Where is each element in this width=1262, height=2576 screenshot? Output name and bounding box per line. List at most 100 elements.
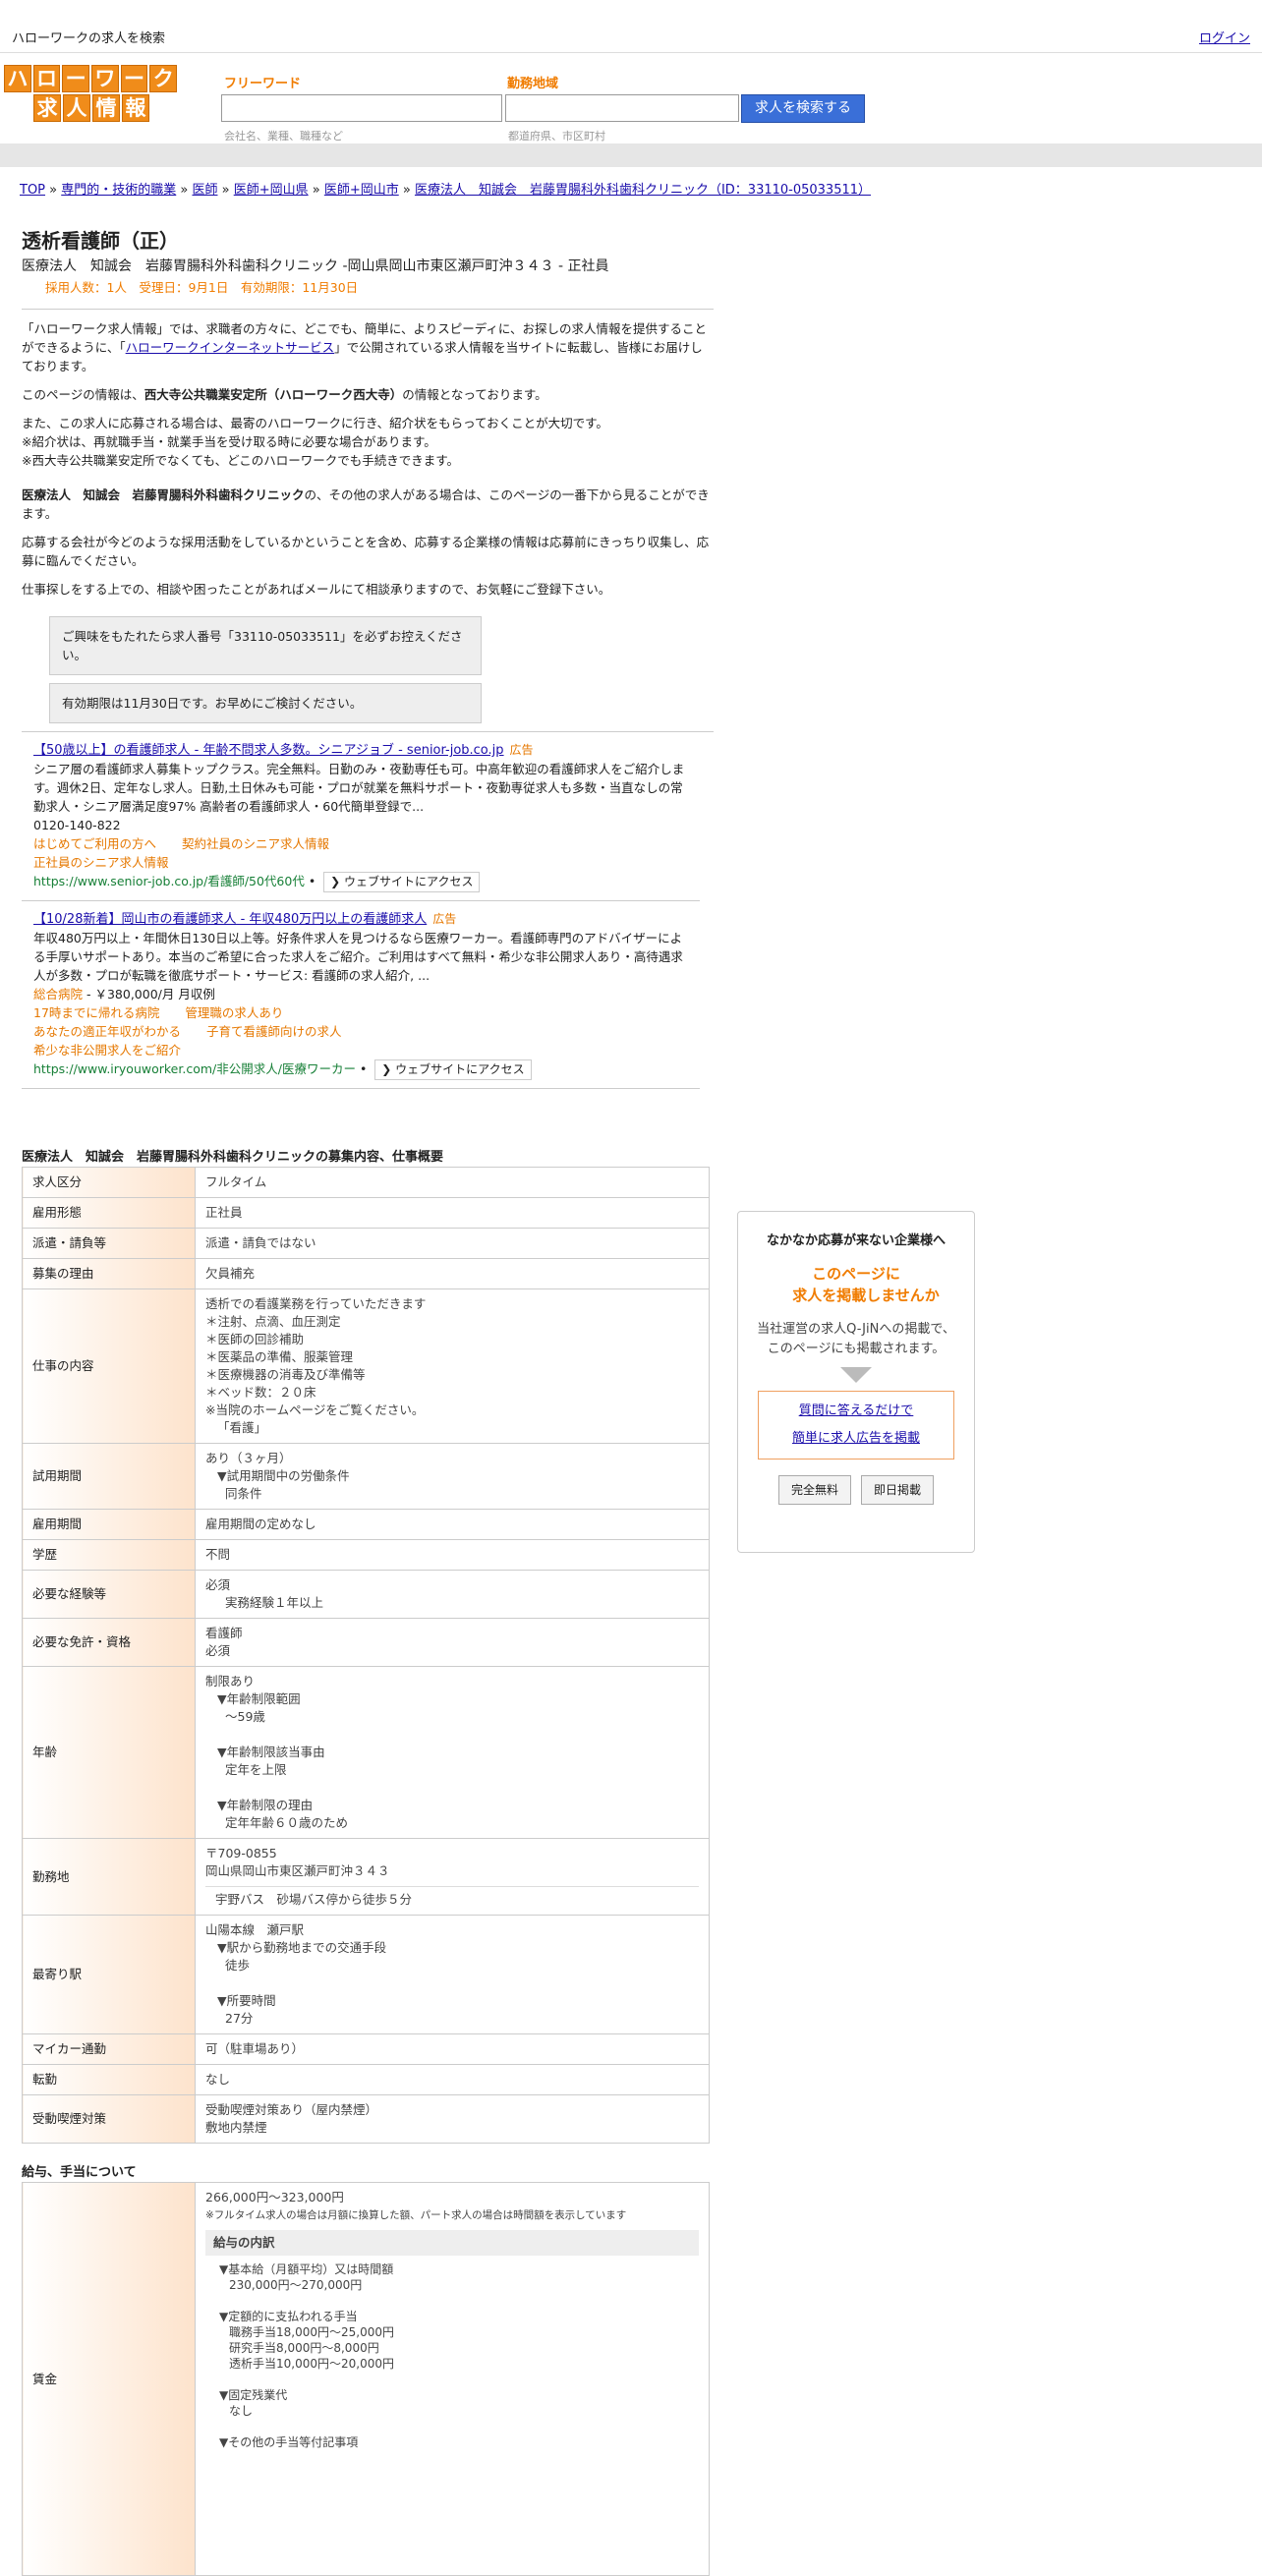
row-value-line: フルタイム [205,1174,267,1189]
ad-title-link[interactable]: 【10/28新着】岡山市の看護師求人 - 年収480万円以上の看護師求人 [33,912,427,927]
visit-site-button[interactable]: ❯ ウェブサイトにアクセス [323,872,481,892]
row-value-line: ▼試用期間中の労働条件 [217,1468,350,1483]
sidebar-link-box: 質問に答えるだけで 簡単に求人広告を掲載 [758,1391,954,1460]
free-button[interactable]: 完全無料 [777,1475,851,1505]
ad-list: 【50歳以上】の看護師求人 - 年齢不問求人多数。シニアジョブ - senior… [22,732,714,1089]
sidebar-heading: なかなか応募が来ない企業様へ [766,1233,946,1248]
ad-description: シニア層の看護師求人募集トップクラス。完全無料。日勤のみ・夜勤専任も可。中高年歓… [33,762,685,814]
row-value-line: 実務経験１年以上 [225,1595,324,1610]
row-value: フルタイム [195,1167,710,1198]
area-label: 勤務地域 [507,77,559,91]
breadcrumb-link[interactable]: 医師+岡山市 [324,183,399,198]
breadcrumb-link[interactable]: TOP [20,183,45,198]
row-value-line: ＊医薬品の準備、服薬管理 [205,1349,354,1364]
row-value-line: 必須 [205,1643,231,1658]
ad-url[interactable]: https://www.iryouworker.com/非公開求人/医療ワーカー [33,1061,356,1076]
sidebar-link-2[interactable]: 簡単に求人広告を掲載 [765,1425,947,1453]
ad-sitelink[interactable]: はじめてご利用の方へ [33,836,156,851]
table-row: 必要な免許・資格 看護師 必須 [22,1618,710,1667]
ad-sitelink[interactable]: 管理職の求人あり [185,1005,283,1020]
breadcrumb-link[interactable]: 医療法人 知誠会 岩藤胃腸科外科歯科クリニック（ID：33110-0503351… [415,183,871,198]
row-value-line: ▼年齢制限範囲 [217,1691,301,1706]
wage-line [219,2419,699,2434]
row-key: 学歴 [22,1539,196,1571]
logo-char: 報 [122,94,149,122]
login-link[interactable]: ログイン [1199,28,1250,46]
row-value-line: 派遣・請負ではない [205,1235,316,1250]
logo-char: ハ [4,65,31,92]
wage-line [219,2293,699,2309]
row-value-line: 欠員補充 [205,1266,256,1281]
ad-item: 【10/28新着】岡山市の看護師求人 - 年収480万円以上の看護師求人 広告 年収… [22,901,700,1089]
same-day-button[interactable]: 即日掲載 [861,1475,935,1505]
logo-char: ロ [32,65,61,92]
sidebar-orange-1: このページに [812,1265,900,1283]
row-value: 制限あり ▼年齢制限範囲 〜59歳 ▼年齢制限該当事由 定年を上限 ▼年齢制限の理由定… [195,1666,710,1839]
row-key: 年齢 [22,1666,196,1839]
row-value: 不問 [195,1539,710,1571]
section-job-summary-title: 医療法人 知誠会 岩藤胃腸科外科歯科クリニックの募集内容、仕事概要 [22,1150,444,1165]
row-value: 透析での看護業務を行っていただきます ＊注射、点滴、血圧測定 ＊医師の回診補助 ＊医薬… [195,1288,710,1444]
wage-table: 賃金 266,000円〜323,000円 ※フルタイム求人の場合は月額に換算した… [22,2182,710,2576]
ad-sitelinks: はじめてご利用の方へ 契約社員のシニア求人情報 正社員のシニア求人情報 [33,834,688,872]
wage-line: なし [229,2404,254,2418]
ad-url[interactable]: https://www.senior-job.co.jp/看護師/50代60代 [33,874,305,888]
row-value: 必須 実務経験１年以上 [195,1570,710,1619]
row-value-line: 〒709-0855 [205,1846,277,1860]
logo-char: ク [149,65,178,92]
row-value-line: ▼所要時間 [217,1993,276,2008]
row-value-line: 看護師 [205,1626,243,1640]
area-input[interactable] [505,94,739,122]
row-key: 雇用期間 [22,1509,196,1540]
ad-sitelinks: 17時までに帰れる病院 管理職の求人あり あなたの適正年収がわかる 子育て看護師向けの… [33,1003,688,1059]
intro-p1: 「ハローワーク求人情報」では、求職者の方々に、どこでも、簡単に、よりスピーディに… [22,321,708,373]
visit-site-button[interactable]: ❯ ウェブサイトにアクセス [374,1059,532,1080]
ad-sitelink[interactable]: あなたの適正年収がわかる [33,1024,181,1039]
row-value-line: 27分 [225,2011,254,2026]
divider-band [0,143,1262,167]
ad-salary-link[interactable]: 総合病院 [33,987,83,1002]
row-key: 求人区分 [22,1167,196,1198]
row-value-line: 定年を上限 [225,1762,287,1777]
hellowork-logo[interactable]: ハローワーク 求人情報 [4,65,178,122]
table-row: 学歴 不問 [22,1539,710,1571]
row-value-line: 「看護」 [217,1420,267,1435]
sidebar-orange-2: 求人を掲載しませんか [792,1287,940,1304]
ad-tag: 広告 [432,912,457,926]
wage-note: ※フルタイム求人の場合は月額に換算した額、パート求人の場合は時間額を表示していま… [205,2209,627,2221]
row-key: マイカー通勤 [22,2033,196,2065]
row-value-line: ＊医療機器の消毒及び準備等 [205,1367,366,1382]
intro-p4: 医療法人 知誠会 岩藤胃腸科外科歯科クリニックの、その他の求人がある場合は、この… [22,487,710,521]
ad-tag: 広告 [509,743,534,757]
table-row: 求人区分 フルタイム [22,1167,710,1198]
row-value-line: ▼駅から勤務地までの交通手段 [217,1940,387,1955]
row-key: 受動喫煙対策 [22,2094,196,2144]
table-row: 雇用形態 正社員 [22,1197,710,1229]
row-value: 派遣・請負ではない [195,1228,710,1259]
ad-sitelink[interactable]: 希少な非公開求人をご紹介 [33,1043,181,1058]
table-row: 試用期間 あり（３ヶ月） ▼試用期間中の労働条件 同条件 [22,1443,710,1510]
ad-sitelink[interactable]: 契約社員のシニア求人情報 [182,836,329,851]
section-wage-title: 給与、手当について [22,2165,137,2180]
keyword-input[interactable] [221,94,502,122]
ad-sitelink[interactable]: 子育て看護師向けの求人 [206,1024,342,1039]
wage-line: ▼基本給（月額平均）又は時間額 [219,2262,394,2276]
ad-sitelink[interactable]: 17時までに帰れる病院 [33,1005,159,1020]
logo-char: 求 [33,94,61,122]
hellowork-internet-link[interactable]: ハローワークインターネットサービス [126,340,335,355]
table-row: 雇用期間 雇用期間の定めなし [22,1509,710,1540]
ad-sitelink[interactable]: 正社員のシニア求人情報 [33,855,169,870]
breadcrumb-link[interactable]: 専門的・技術的職業 [61,183,176,198]
ad-salary: - ￥380,000/月 月収例 [83,987,215,1002]
row-value-line [205,1726,699,1744]
search-button[interactable]: 求人を検索する [741,94,865,123]
table-row: 派遣・請負等 派遣・請負ではない [22,1228,710,1259]
breadcrumb-link[interactable]: 医師+岡山県 [234,183,309,198]
row-value-line: 不問 [205,1547,231,1562]
row-key: 派遣・請負等 [22,1228,196,1259]
breadcrumb-link[interactable]: 医師 [192,183,217,198]
sidebar-desc-1: 当社運営の求人Q-JiNへの掲載で、 [757,1322,955,1337]
ad-title-link[interactable]: 【50歳以上】の看護師求人 - 年齢不問求人多数。シニアジョブ - senior… [33,743,504,758]
row-value: 看護師 必須 [195,1618,710,1667]
sidebar-link-1[interactable]: 質問に答えるだけで [765,1398,947,1425]
